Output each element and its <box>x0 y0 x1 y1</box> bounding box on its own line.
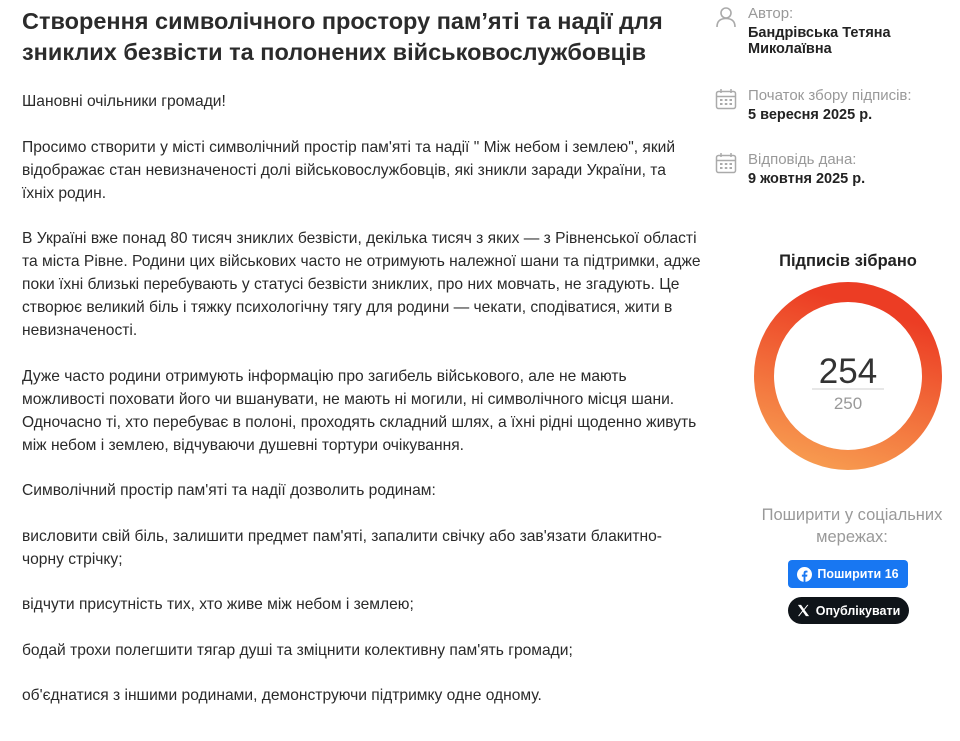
calendar-icon <box>715 152 737 174</box>
start-date-value: 5 вересня 2025 р. <box>748 107 873 123</box>
x-logo-icon <box>797 604 810 617</box>
paragraph: Дуже часто родини отримують інформацію п… <box>22 367 697 454</box>
paragraph: Шановні очільники громади! <box>22 93 226 110</box>
calendar-icon <box>715 88 737 110</box>
petition-content: Створення символічного простору пам’яті … <box>22 6 702 730</box>
share-title: Поширити у соціальних мережах: <box>761 506 943 546</box>
signatures-title: Підписів зібрано <box>779 252 917 270</box>
paragraph: В Україні вже понад 80 тисяч зниклих без… <box>22 230 701 339</box>
signatures-progress-ring: 254 250 <box>754 282 942 470</box>
facebook-share-label: Поширити 16 <box>817 567 899 581</box>
x-post-button[interactable]: Опублікувати <box>788 597 909 624</box>
paragraph: відчути присутність тих, хто живе між не… <box>22 596 414 613</box>
paragraph: висловити свій біль, залишити предмет па… <box>22 527 662 568</box>
start-date-label: Початок збору підписів: <box>748 87 912 104</box>
x-post-label: Опублікувати <box>815 603 901 618</box>
user-icon <box>715 6 737 28</box>
page-title: Створення символічного простору пам’яті … <box>22 8 663 65</box>
petition-body: Шановні очільники громади! Просимо створ… <box>22 90 702 707</box>
paragraph: Символічний простір пам'яті та надії доз… <box>22 482 436 499</box>
answer-date-label: Відповідь дана: <box>748 151 857 168</box>
author-label: Автор: <box>748 5 794 22</box>
paragraph: об'єднатися з іншими родинами, демонстру… <box>22 687 542 704</box>
paragraph: бодай трохи полегшити тягар душі та зміц… <box>22 641 573 659</box>
answer-date-value: 9 жовтня 2025 р. <box>748 171 866 187</box>
author-value: Бандрівська Тетяна Миколаївна <box>748 25 891 57</box>
facebook-icon <box>797 566 813 582</box>
signatures-goal: 250 <box>834 394 862 413</box>
facebook-share-button[interactable]: Поширити 16 <box>788 560 908 588</box>
paragraph: Просимо створити у місті символічний про… <box>22 138 676 202</box>
signatures-count: 254 <box>819 352 877 391</box>
